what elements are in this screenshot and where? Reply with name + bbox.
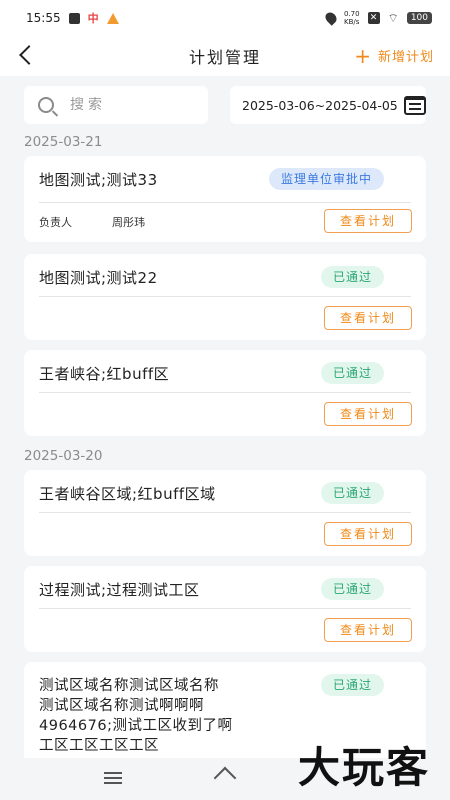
add-plan-button[interactable]: + 新增计划 [354, 43, 434, 68]
status-badge: 监理单位审批中 [268, 168, 384, 190]
status-time: 15:55 [26, 11, 61, 25]
message-icon [68, 12, 80, 24]
battery-indicator: 100 [406, 12, 432, 24]
view-plan-button[interactable]: 查看计划 [324, 522, 412, 546]
status-bar: 15:55 中 0.70 KB/s ✕ ⌔ 100 [0, 0, 450, 36]
watermark-logo: 大玩客 [297, 743, 430, 792]
search-input[interactable] [70, 97, 190, 113]
plan-title: 王者峡谷;红buff区 [39, 365, 170, 383]
carrier-icon: 中 [87, 12, 99, 25]
network-speed: 0.70 KB/s [343, 10, 360, 26]
no-sim-icon: ✕ [367, 12, 380, 24]
date-range-text: 2025-03-06~2025-04-05 [242, 97, 398, 113]
date-range-picker[interactable]: 2025-03-06~2025-04-05 [230, 86, 426, 124]
plan-title: 测试区域名称测试区域名称 测试区域名称测试啊啊啊 4964676;测试工区收到了… [39, 678, 233, 754]
plan-card[interactable]: 地图测试;测试22 已通过 查看计划 [24, 254, 426, 340]
warning-icon [106, 12, 119, 24]
status-badge: 已通过 [320, 482, 384, 504]
home-icon[interactable] [214, 768, 236, 786]
status-badge: 已通过 [320, 578, 384, 600]
plan-card[interactable]: 地图测试;测试33 监理单位审批中 负责人 周彤玮 查看计划 [24, 156, 426, 242]
view-plan-button[interactable]: 查看计划 [324, 402, 412, 426]
divider [39, 512, 411, 513]
plus-icon: + [354, 43, 372, 68]
responsible-name: 周彤玮 [112, 216, 145, 229]
add-plan-label: 新增计划 [377, 50, 434, 65]
wifi-icon: ⌔ [387, 10, 399, 25]
date-group-header: 2025-03-21 [24, 134, 103, 150]
menu-icon[interactable] [104, 772, 122, 784]
plan-card[interactable]: 过程测试;过程测试工区 已通过 查看计划 [24, 566, 426, 652]
status-badge: 已通过 [320, 266, 384, 288]
date-group-header: 2025-03-20 [24, 448, 103, 464]
status-badge: 已通过 [320, 674, 384, 696]
divider [39, 392, 411, 393]
search-box[interactable] [24, 86, 208, 124]
plan-title: 地图测试;测试33 [39, 171, 158, 189]
search-icon [38, 97, 54, 113]
location-icon [323, 10, 339, 26]
filter-row: 2025-03-06~2025-04-05 [24, 86, 426, 124]
view-plan-button[interactable]: 查看计划 [324, 209, 412, 233]
view-plan-button[interactable]: 查看计划 [324, 306, 412, 330]
divider [39, 202, 411, 203]
divider [39, 296, 411, 297]
calendar-icon[interactable] [403, 95, 426, 115]
plan-title: 过程测试;过程测试工区 [39, 581, 200, 599]
responsible-label: 负责人 [39, 216, 72, 229]
divider [39, 608, 411, 609]
plan-title: 地图测试;测试22 [39, 269, 158, 287]
nav-bar: 计划管理 + 新增计划 [0, 36, 450, 76]
view-plan-button[interactable]: 查看计划 [324, 618, 412, 642]
plan-card[interactable]: 王者峡谷区域;红buff区域 已通过 查看计划 [24, 470, 426, 556]
plan-card[interactable]: 王者峡谷;红buff区 已通过 查看计划 [24, 350, 426, 436]
plan-title: 王者峡谷区域;红buff区域 [39, 485, 216, 503]
status-badge: 已通过 [320, 362, 384, 384]
